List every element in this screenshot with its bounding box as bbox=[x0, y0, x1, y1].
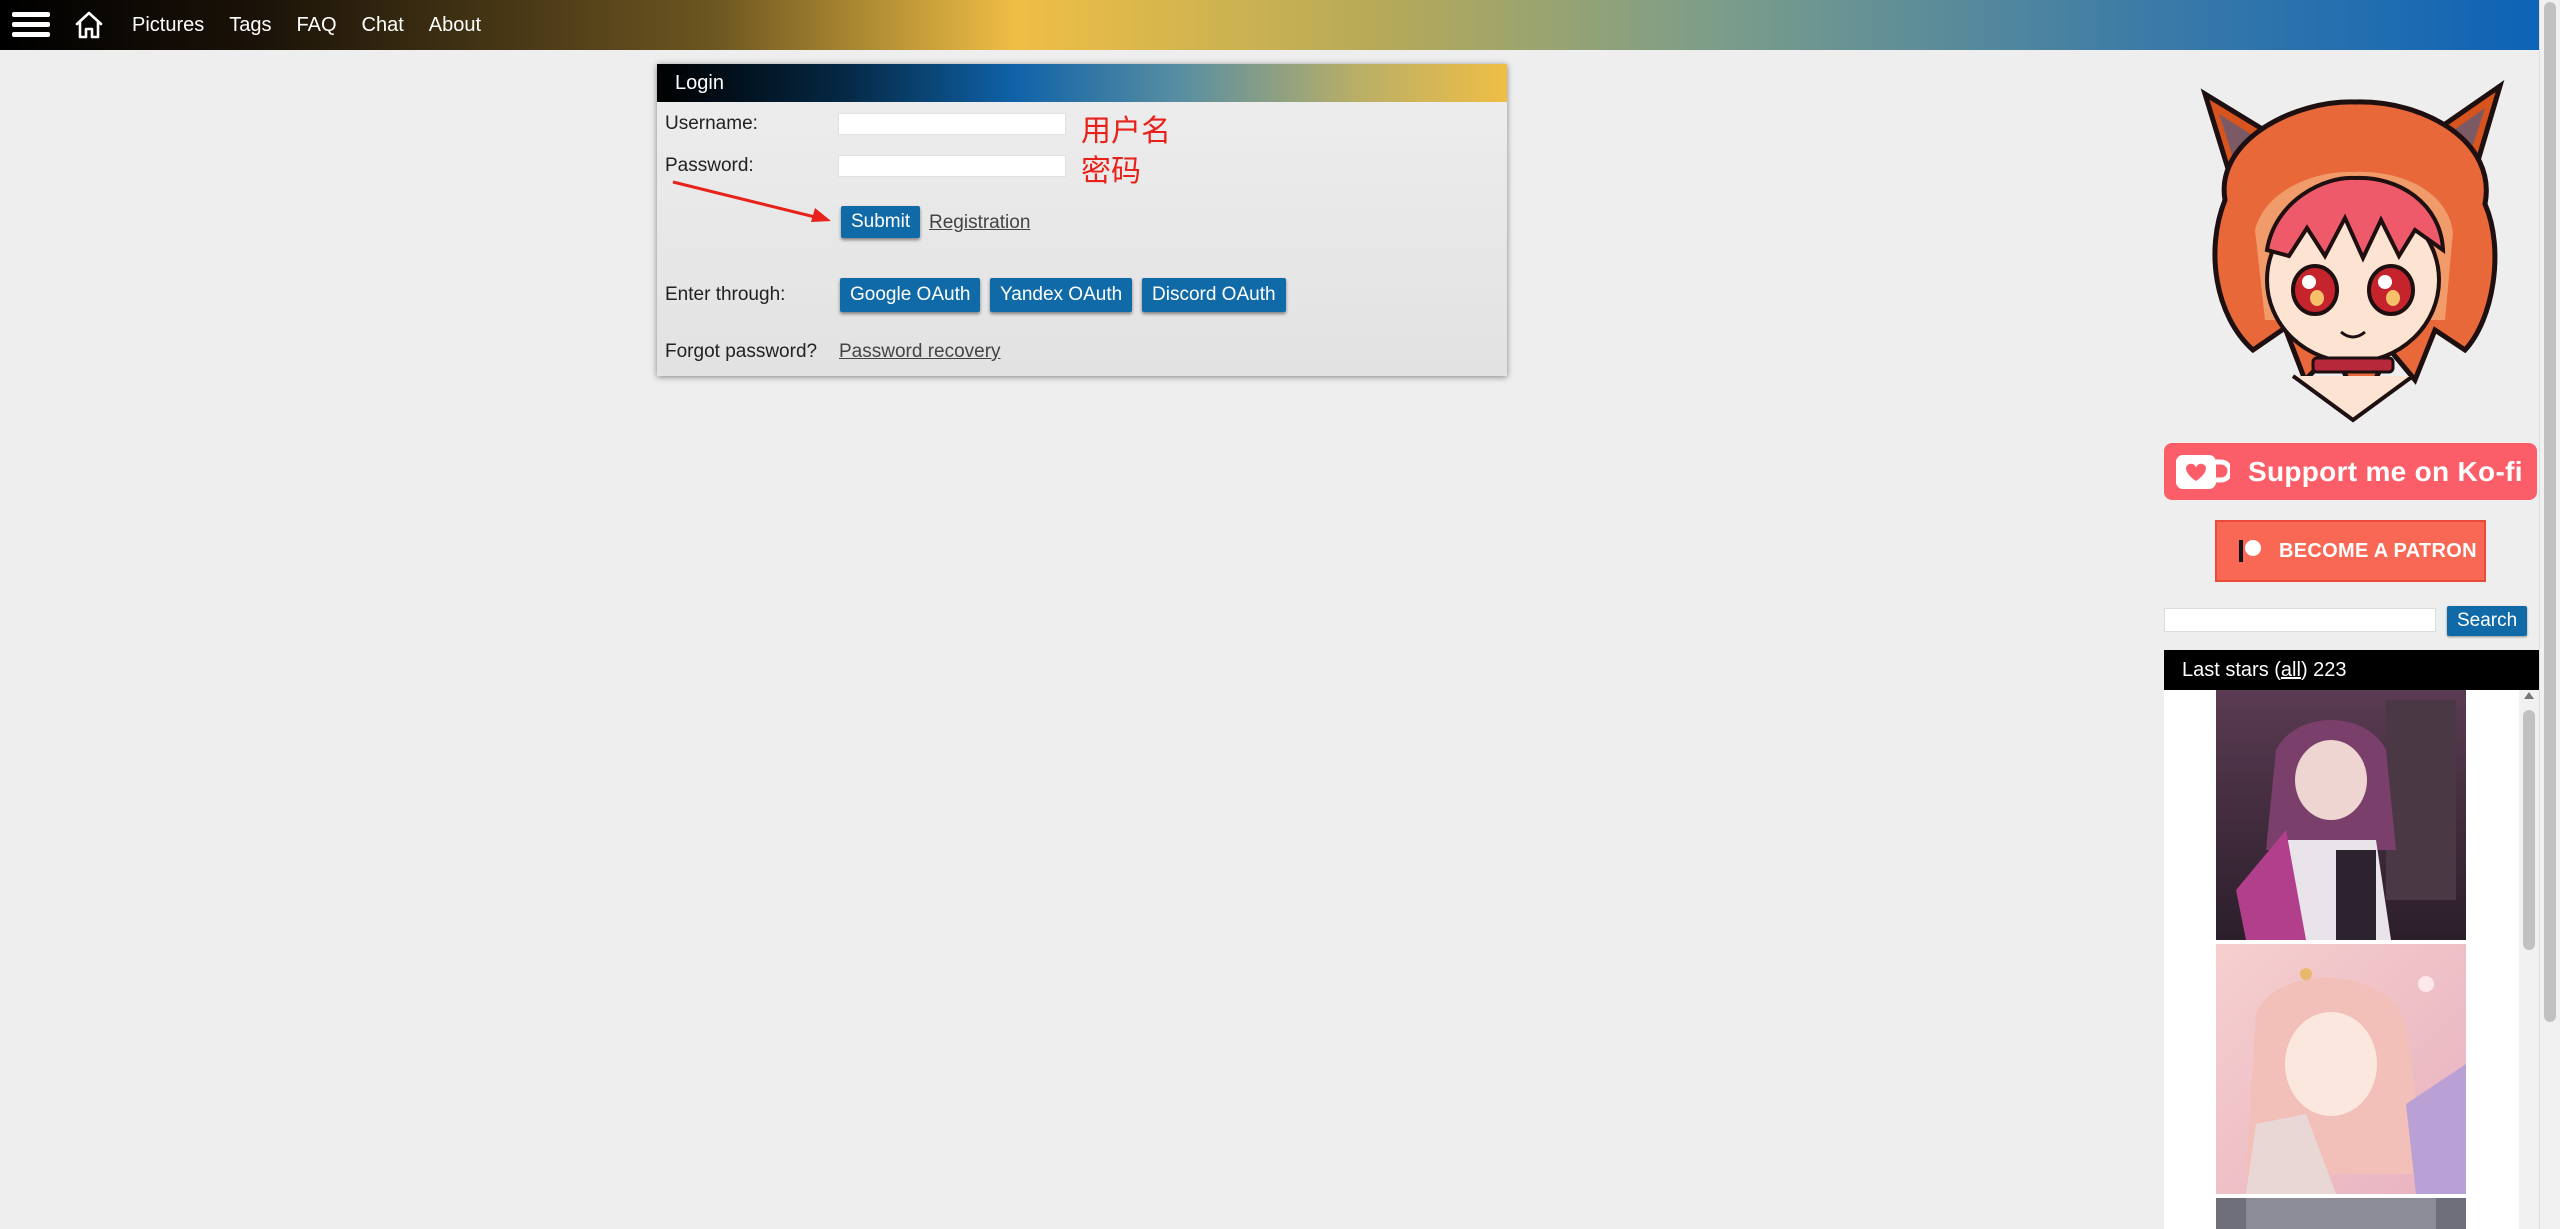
google-oauth-button[interactable]: Google OAuth bbox=[840, 278, 981, 312]
star-thumbnail[interactable] bbox=[2216, 1198, 2466, 1229]
login-title: Login bbox=[657, 64, 1507, 102]
discord-oauth-button[interactable]: Discord OAuth bbox=[1142, 278, 1286, 312]
stars-list-scrollbar[interactable] bbox=[2519, 690, 2539, 1229]
last-stars-all-link[interactable]: all bbox=[2281, 659, 2301, 681]
patreon-logo-icon bbox=[2239, 540, 2261, 562]
username-annotation: 用户名 bbox=[1081, 114, 1171, 149]
last-stars-header: Last stars (all) 223 bbox=[2164, 650, 2540, 690]
password-annotation: 密码 bbox=[1081, 154, 1141, 189]
nav-tags[interactable]: Tags bbox=[229, 14, 271, 37]
nav-chat[interactable]: Chat bbox=[362, 14, 404, 37]
kofi-support-button[interactable]: Support me on Ko-fi bbox=[2164, 443, 2537, 500]
star-thumbnail[interactable] bbox=[2216, 944, 2466, 1194]
home-icon[interactable] bbox=[74, 10, 104, 40]
login-panel: Login Username: 用户名 Password: 密码 Submit … bbox=[657, 64, 1507, 376]
nav-pictures[interactable]: Pictures bbox=[132, 14, 204, 37]
username-input[interactable] bbox=[838, 113, 1066, 135]
star-thumbnail[interactable] bbox=[2216, 690, 2466, 940]
mascot-logo bbox=[2200, 80, 2505, 423]
page-scrollbar[interactable] bbox=[2539, 0, 2560, 1229]
password-label: Password: bbox=[665, 155, 754, 176]
kofi-cup-icon bbox=[2176, 454, 2230, 489]
yandex-oauth-button[interactable]: Yandex OAuth bbox=[990, 278, 1133, 312]
last-stars-list bbox=[2164, 690, 2540, 1229]
search-button[interactable]: Search bbox=[2447, 606, 2528, 636]
last-stars-prefix: Last stars ( bbox=[2182, 659, 2281, 681]
patreon-button[interactable]: BECOME A PATRON bbox=[2215, 520, 2486, 582]
red-arrow-annotation bbox=[672, 180, 831, 222]
submit-button[interactable]: Submit bbox=[841, 206, 921, 238]
patreon-label: BECOME A PATRON bbox=[2279, 539, 2477, 562]
nav-faq[interactable]: FAQ bbox=[297, 14, 337, 37]
search-input[interactable] bbox=[2164, 608, 2436, 632]
nav-about[interactable]: About bbox=[429, 14, 481, 37]
username-label: Username: bbox=[665, 113, 758, 134]
password-recovery-link[interactable]: Password recovery bbox=[839, 341, 1001, 363]
menu-icon[interactable] bbox=[12, 12, 50, 38]
enter-through-label: Enter through: bbox=[665, 284, 786, 305]
top-nav-bar: Pictures Tags FAQ Chat About bbox=[0, 0, 2540, 50]
password-input[interactable] bbox=[838, 155, 1066, 177]
kofi-label: Support me on Ko-fi bbox=[2248, 455, 2523, 487]
registration-link[interactable]: Registration bbox=[929, 212, 1030, 234]
forgot-password-label: Forgot password? bbox=[665, 341, 818, 362]
last-stars-count: ) 223 bbox=[2300, 659, 2347, 681]
